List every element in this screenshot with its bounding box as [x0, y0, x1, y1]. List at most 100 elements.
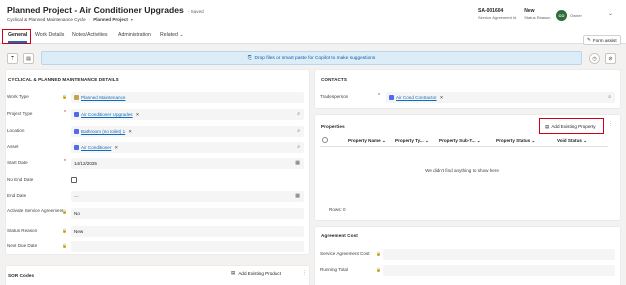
field-label: Service Agreement Cost: [320, 251, 370, 256]
section-title: Properties: [321, 124, 345, 129]
chevron-down-icon: ⌄: [583, 138, 588, 143]
project-type-field[interactable]: Air Conditioner Upgrades ✕ ⌕: [71, 109, 304, 120]
field-label: Start Date: [7, 160, 28, 165]
location-value[interactable]: Bathroom (no toilet) 1: [81, 129, 125, 134]
lock-icon: 🔒: [376, 267, 381, 272]
field-label: End Date: [7, 193, 27, 198]
tab-related-label: Related: [160, 32, 178, 38]
header-field-label: Status Reason: [524, 15, 551, 20]
chevron-down-icon: ⌄: [531, 138, 536, 143]
asset-value[interactable]: Air Conditioner: [81, 145, 111, 150]
entity-icon: [74, 145, 79, 150]
entity-icon: [389, 95, 394, 100]
tab-administration[interactable]: Administration: [118, 29, 151, 43]
entity-icon: [74, 112, 79, 117]
column-header-label: Property Name: [348, 138, 381, 143]
copilot-dropzone[interactable]: ⎘ Drop files or smart paste for Copilot …: [41, 51, 582, 65]
required-asterisk: *: [378, 93, 380, 99]
tab-bar: General Work Details Notes/Activities Ad…: [0, 29, 626, 44]
sparkle-icon: ✎: [587, 37, 591, 42]
tab-notes-activities[interactable]: Notes/Activities: [72, 29, 107, 43]
lock-icon: 🔒: [62, 243, 67, 248]
column-header-label: Property Sub-T...: [439, 138, 476, 143]
status-reason-value: New: [74, 229, 84, 234]
header-field-value: SA-001604: [478, 8, 504, 14]
add-existing-product-label: Add Existing Product: [238, 270, 281, 276]
column-header-label: Property Ty...: [395, 138, 424, 143]
subtitle-row: Cyclical & Planned Maintenance Cycle · P…: [7, 17, 133, 22]
avatar: CO: [556, 10, 567, 21]
column-header-property-status[interactable]: Property Status ⌄: [496, 138, 535, 144]
search-icon[interactable]: ⌕: [608, 94, 611, 100]
clock-icon[interactable]: ◷: [589, 53, 600, 64]
column-header-property-subtype[interactable]: Property Sub-T... ⌄: [439, 138, 481, 144]
field-label: Activate Service Agreement: [7, 208, 64, 213]
calendar-icon[interactable]: ▦: [295, 193, 300, 199]
rows-count: Rows: 0: [329, 207, 346, 212]
tab-work-details[interactable]: Work Details: [35, 29, 64, 43]
clear-icon[interactable]: ✕: [128, 129, 132, 135]
add-icon: ▤: [231, 270, 236, 275]
no-end-date-checkbox[interactable]: [71, 177, 77, 183]
header-field-value: New: [524, 8, 535, 14]
column-header-property-type[interactable]: Property Ty... ⌄: [395, 138, 429, 144]
required-asterisk: *: [64, 110, 66, 116]
form-assist-label: Form assist: [592, 37, 617, 43]
chevron-down-icon: ⌄: [424, 138, 429, 143]
field-label: Running Total: [320, 267, 349, 272]
grid-divider: [320, 146, 608, 147]
search-icon[interactable]: ⌕: [297, 128, 300, 134]
separator: ·: [88, 17, 91, 22]
location-field[interactable]: Bathroom (no toilet) 1 ✕ ⌕: [71, 126, 304, 137]
clear-icon[interactable]: ✕: [440, 95, 444, 101]
search-icon[interactable]: ⌕: [297, 111, 300, 117]
attach-icon[interactable]: ⊘: [605, 53, 616, 64]
saved-status: - Saved: [187, 9, 204, 14]
select-all-radio[interactable]: [322, 137, 328, 143]
start-date-field[interactable]: 14/12/2025 ▦: [71, 158, 304, 169]
more-options-icon[interactable]: ⋮: [302, 270, 307, 276]
running-total-field: [383, 265, 615, 276]
section-title: CYCLICAL & PLANNED MAINTENANCE DETAILS: [8, 77, 119, 82]
owner-label: Owner: [570, 13, 582, 18]
header-field-label: Service Agreement Id: [478, 15, 517, 20]
field-label: Asset: [7, 144, 19, 149]
bpf-dropdown[interactable]: Planned Project: [93, 17, 128, 22]
section-title: CONTACTS: [321, 77, 347, 82]
more-options-icon[interactable]: ⋮: [608, 121, 613, 127]
clear-icon[interactable]: ✕: [114, 145, 118, 151]
contacts-card: CONTACTS: [314, 69, 621, 109]
add-existing-product-button[interactable]: ▤ Add Existing Product: [231, 270, 281, 276]
calendar-icon[interactable]: ▦: [295, 160, 300, 166]
highlight-box: [2, 29, 31, 44]
service-agreement-cost-field: [383, 249, 615, 260]
search-icon[interactable]: ⌕: [297, 144, 300, 150]
column-header-property-name[interactable]: Property Name ⌄: [348, 138, 386, 144]
project-type-value[interactable]: Air Conditioner Upgrades: [81, 112, 133, 117]
pin-icon[interactable]: ⍑: [7, 53, 18, 64]
tradesperson-value[interactable]: Air Cond Contractor: [396, 95, 437, 100]
lock-icon: 🔒: [62, 228, 67, 233]
clear-icon[interactable]: ✕: [136, 112, 140, 118]
owner-texts: Owner: [570, 13, 582, 18]
form-assist-button[interactable]: ✎ Form assist: [583, 35, 621, 45]
column-header-void-status[interactable]: Void Status ⌄: [557, 138, 587, 144]
paste-icon: ⎘: [247, 56, 252, 61]
header-fields: SA-001604 Service Agreement Id New Statu…: [478, 8, 551, 20]
work-type-value[interactable]: Planned Maintenance: [81, 95, 125, 100]
entity-type-label: Cyclical & Planned Maintenance Cycle: [7, 17, 86, 22]
end-date-value: ---: [74, 194, 79, 199]
chevron-down-icon[interactable]: ⌄: [608, 10, 613, 17]
work-type-field[interactable]: Planned Maintenance: [71, 92, 304, 103]
end-date-field[interactable]: --- ▦: [71, 191, 304, 202]
asset-field[interactable]: Air Conditioner ✕ ⌕: [71, 142, 304, 153]
tab-related[interactable]: Related ⌄: [160, 29, 184, 43]
tradesperson-field[interactable]: Air Cond Contractor ✕ ⌕: [386, 92, 615, 103]
owner-block[interactable]: CO Owner: [556, 10, 582, 21]
chevron-down-icon[interactable]: ▾: [131, 17, 133, 22]
header-field-status-reason: New Status Reason: [524, 8, 550, 20]
title-row: Planned Project - Air Conditioner Upgrad…: [7, 5, 204, 15]
column-header-label: Property Status: [496, 138, 531, 143]
activate-service-agreement-value: No: [74, 211, 80, 216]
clipboard-icon[interactable]: ▤: [23, 53, 34, 64]
